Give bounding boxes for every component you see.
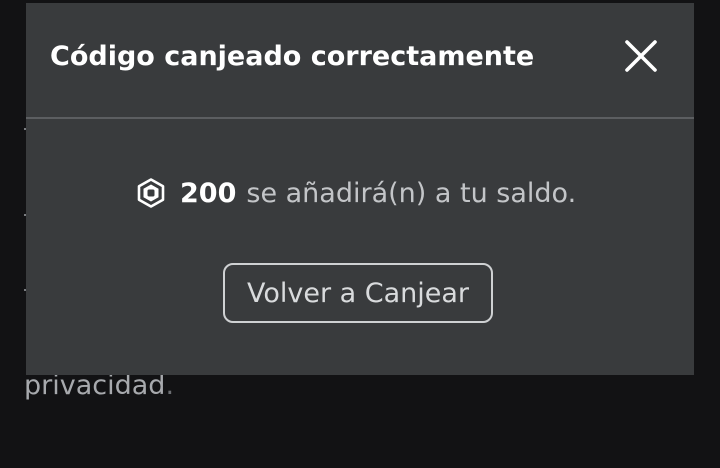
redeem-success-dialog: Código canjeado correctamente 200 se aña…: [26, 3, 694, 375]
close-x-icon: [625, 40, 657, 72]
dialog-divider: [26, 117, 694, 119]
robux-amount: 200: [180, 177, 237, 209]
redeem-message-text: se añadirá(n) a tu saldo.: [246, 177, 577, 209]
close-button[interactable]: [618, 33, 664, 79]
redeem-again-button[interactable]: Volver a Canjear: [223, 263, 493, 323]
redeem-message: 200 se añadirá(n) a tu saldo.: [136, 173, 576, 213]
dialog-title: Código canjeado correctamente: [50, 41, 535, 72]
dialog-header: Código canjeado correctamente: [26, 3, 694, 117]
robux-icon: [137, 178, 165, 208]
